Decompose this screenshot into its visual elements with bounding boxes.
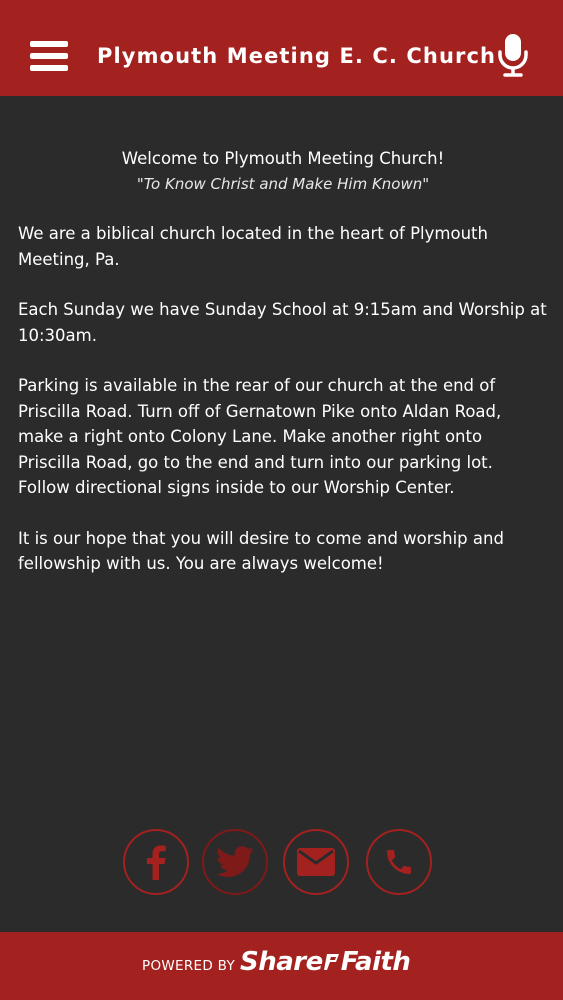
app-screen: Plymouth Meeting E. C. Church Welcome to… xyxy=(0,0,563,1000)
email-button[interactable] xyxy=(283,829,349,895)
voice-search-button[interactable] xyxy=(496,32,530,78)
twitter-button[interactable] xyxy=(202,829,268,895)
phone-icon xyxy=(387,850,411,874)
sharefaith-logo-mark-icon xyxy=(323,954,339,970)
service-times-paragraph: Each Sunday we have Sunday School at 9:1… xyxy=(18,300,547,345)
church-tagline: "To Know Christ and Make Him Known" xyxy=(136,174,430,193)
welcome-closing-paragraph: It is our hope that you will desire to c… xyxy=(18,528,504,574)
welcome-heading: Welcome to Plymouth Meeting Church! xyxy=(121,149,445,168)
parking-directions-paragraph: Parking is available in the rear of our … xyxy=(18,376,502,497)
powered-by-label: POWERED BY xyxy=(142,958,236,974)
menu-button[interactable] xyxy=(30,38,70,74)
social-links xyxy=(123,829,443,899)
facebook-icon xyxy=(147,845,166,880)
intro-paragraph: We are a biblical church located in the … xyxy=(18,224,488,269)
hamburger-menu-icon xyxy=(30,41,68,47)
envelope-icon xyxy=(297,848,335,876)
twitter-icon xyxy=(216,846,254,878)
main-content: Welcome to Plymouth Meeting Church! "To … xyxy=(18,146,548,602)
top-bar: Plymouth Meeting E. C. Church xyxy=(0,0,563,96)
app-title: Plymouth Meeting E. C. Church xyxy=(97,44,497,68)
footer-bar: POWERED BY Share Faith xyxy=(0,932,563,1000)
microphone-icon xyxy=(498,34,528,77)
phone-button[interactable] xyxy=(366,829,432,895)
sharefaith-logo[interactable]: Share Faith xyxy=(240,947,411,977)
facebook-button[interactable] xyxy=(123,829,189,895)
